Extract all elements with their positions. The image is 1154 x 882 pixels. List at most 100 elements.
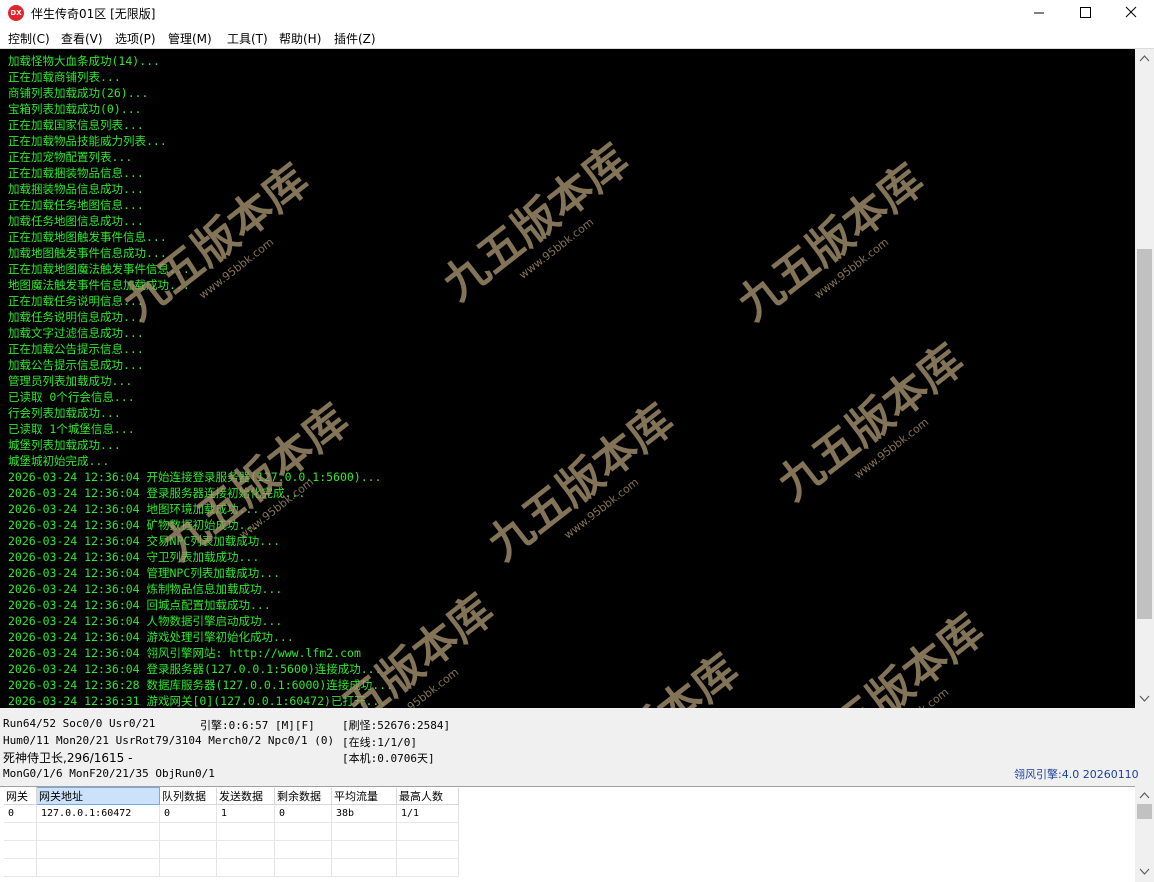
minimize-icon: [1034, 12, 1044, 14]
menu-bar: 控制(C) 查看(V) 选项(P) 管理(M) 工具(T) 帮助(H) 插件(Z…: [0, 26, 1154, 49]
svg-text:九五版本库: 九五版本库: [729, 155, 934, 331]
app-icon: DX: [8, 5, 24, 21]
cell-queue-data: 0: [159, 804, 217, 823]
svg-text:九五版本库: 九五版本库: [434, 135, 639, 311]
cell-send-data: 1: [216, 804, 275, 823]
log-line: 管理员列表加载成功...: [8, 374, 133, 388]
log-line: 2026-03-24 12:36:04 交易NPC列表加载成功...: [8, 534, 281, 548]
watermark-logo: 九五版本库www.95bbk.com: [729, 155, 934, 331]
log-line: 加载任务说明信息成功...: [8, 310, 144, 324]
svg-text:www.95bbk.com: www.95bbk.com: [382, 666, 462, 708]
log-line: 2026-03-24 12:36:04 游戏处理引擎初始化成功...: [8, 630, 294, 644]
log-console[interactable]: 加载怪物大血条成功(14)... 正在加载商铺列表... 商铺列表加载成功(26).…: [0, 49, 1135, 708]
engine-version: 翎风引擎:4.0 20260110: [1014, 768, 1139, 781]
menu-tools[interactable]: 工具(T): [227, 30, 268, 47]
status-online: [在线:1/1/0]: [342, 736, 417, 749]
svg-text:www.95bbk.com: www.95bbk.com: [517, 216, 597, 282]
log-line: 2026-03-24 12:36:04 管理NPC列表加载成功...: [8, 566, 281, 580]
log-line: 已读取 1个城堡信息...: [8, 422, 135, 436]
status-boss: 死神侍卫长,296/1615 -: [3, 751, 133, 765]
cell-remain-data: 0: [274, 804, 332, 823]
console-scrollbar[interactable]: [1135, 49, 1154, 708]
log-line: 2026-03-24 12:36:04 登录服务器连接初始化完成...: [8, 486, 306, 500]
log-line: 2026-03-24 12:36:04 守卫列表加载成功...: [8, 550, 260, 564]
svg-text:www.95bbk.com: www.95bbk.com: [872, 686, 952, 708]
col-avg-traffic[interactable]: 平均流量: [331, 787, 397, 805]
col-queue-data[interactable]: 队列数据: [159, 787, 217, 805]
close-icon: [1125, 6, 1137, 18]
col-max-users[interactable]: 最高人数: [396, 787, 459, 805]
log-line: 正在加载地图魔法触发事件信息...: [8, 262, 190, 276]
window-title: 伴生传奇01区 [无限版]: [31, 7, 156, 21]
svg-text:九五版本库: 九五版本库: [769, 335, 974, 511]
gateway-grid[interactable]: 网关 网关地址 队列数据 发送数据 剩余数据 平均流量 最高人数 0 127.0…: [0, 786, 1135, 882]
status-run: Run64/52 Soc0/0 Usr0/21: [3, 717, 156, 730]
log-line: 行会列表加载成功...: [8, 406, 121, 420]
table-row[interactable]: 0 127.0.0.1:60472 0 1 0 38b 1/1: [4, 804, 459, 823]
grid-scroll-thumb[interactable]: [1137, 804, 1152, 819]
watermark-logo: 九五版本库www.95bbk.com: [544, 645, 749, 708]
scroll-down-icon[interactable]: [1139, 693, 1150, 704]
log-line: 加载任务地图信息成功...: [8, 214, 144, 228]
svg-text:www.95bbk.com: www.95bbk.com: [852, 416, 932, 482]
log-line: 正在加载地图触发事件信息...: [8, 230, 167, 244]
status-refresh: [刷怪:52676:2584]: [342, 719, 451, 732]
cell-gateway: 0: [4, 804, 37, 823]
log-line: 2026-03-24 12:36:04 人物数据引擎启动成功...: [8, 614, 283, 628]
log-line: 2026-03-24 12:36:04 开始连接登录服务器(127.0.0.1:…: [8, 470, 382, 484]
log-line: 宝箱列表加载成功(0)...: [8, 102, 142, 116]
log-line: 加载公告提示信息成功...: [8, 358, 144, 372]
grid-scroll-down-icon[interactable]: [1139, 866, 1150, 877]
log-line: 2026-03-24 12:36:04 矿物数据初始成功...: [8, 518, 260, 532]
log-line: 正在加载任务地图信息...: [8, 198, 144, 212]
log-line: 正在加载任务说明信息...: [8, 294, 144, 308]
log-line: 加载地图触发事件信息成功...: [8, 246, 167, 260]
log-line: 正在加载商铺列表...: [8, 70, 121, 84]
menu-plugins[interactable]: 插件(Z): [334, 30, 376, 47]
log-line: 加载怪物大血条成功(14)...: [8, 54, 160, 68]
col-gateway[interactable]: 网关: [4, 787, 37, 805]
close-button[interactable]: [1108, 0, 1154, 26]
svg-text:www.95bbk.com: www.95bbk.com: [562, 476, 642, 542]
watermark-logo: 九五版本库www.95bbk.com: [479, 395, 684, 571]
status-local: [本机:0.0706天]: [342, 752, 435, 765]
menu-manage[interactable]: 管理(M): [168, 30, 212, 47]
status-mon: MonG0/1/6 MonF20/21/35 ObjRun0/1: [3, 767, 215, 780]
watermark-logo: 九五版本库www.95bbk.com: [789, 605, 994, 708]
log-line: 城堡列表加载成功...: [8, 438, 121, 452]
cell-max-users: 1/1: [396, 804, 459, 823]
table-header-row: 网关 网关地址 队列数据 发送数据 剩余数据 平均流量 最高人数: [4, 787, 459, 805]
log-line: 2026-03-24 12:36:04 翎风引擎网站: http://www.l…: [8, 646, 361, 660]
menu-options[interactable]: 选项(P): [115, 30, 156, 47]
log-line: 加载文字过滤信息成功...: [8, 326, 144, 340]
svg-text:九五版本库: 九五版本库: [544, 645, 749, 708]
console-scroll-thumb[interactable]: [1137, 249, 1152, 619]
svg-text:www.95bbk.com: www.95bbk.com: [812, 236, 892, 302]
log-line: 正在加载公告提示信息...: [8, 342, 144, 356]
minimize-button[interactable]: [1016, 0, 1062, 26]
status-panel: Run64/52 Soc0/0 Usr0/21 引擎:0:6:57 [M][F]…: [0, 709, 1154, 785]
col-gateway-address[interactable]: 网关地址: [36, 787, 160, 805]
log-line: 2026-03-24 12:36:04 回城点配置加载成功...: [8, 598, 271, 612]
maximize-button[interactable]: [1062, 0, 1108, 26]
menu-view[interactable]: 查看(V): [61, 30, 103, 47]
svg-text:九五版本库: 九五版本库: [789, 605, 994, 708]
empty-row: [4, 822, 459, 841]
status-hum: Hum0/11 Mon20/21 UsrRot79/3104 Merch0/2 …: [3, 734, 335, 747]
log-line: 已读取 0个行会信息...: [8, 390, 135, 404]
col-send-data[interactable]: 发送数据: [216, 787, 275, 805]
log-line: 2026-03-24 12:36:28 数据库服务器(127.0.0.1:600…: [8, 678, 394, 692]
log-line: 正在加载捆装物品信息...: [8, 166, 144, 180]
maximize-icon: [1080, 7, 1091, 18]
grid-scrollbar[interactable]: [1135, 786, 1154, 881]
log-line: 加载捆装物品信息成功...: [8, 182, 144, 196]
menu-control[interactable]: 控制(C): [8, 30, 50, 47]
log-line: 2026-03-24 12:36:04 登录服务器(127.0.0.1:5600…: [8, 662, 382, 676]
log-line: 地图魔法触发事件信息加载成功...: [8, 278, 190, 292]
grid-scroll-up-icon[interactable]: [1139, 790, 1150, 801]
empty-row: [4, 840, 459, 859]
col-remain-data[interactable]: 剩余数据: [274, 787, 332, 805]
scroll-up-icon[interactable]: [1139, 53, 1150, 64]
svg-text:九五版本库: 九五版本库: [479, 395, 684, 571]
menu-help[interactable]: 帮助(H): [279, 30, 321, 47]
